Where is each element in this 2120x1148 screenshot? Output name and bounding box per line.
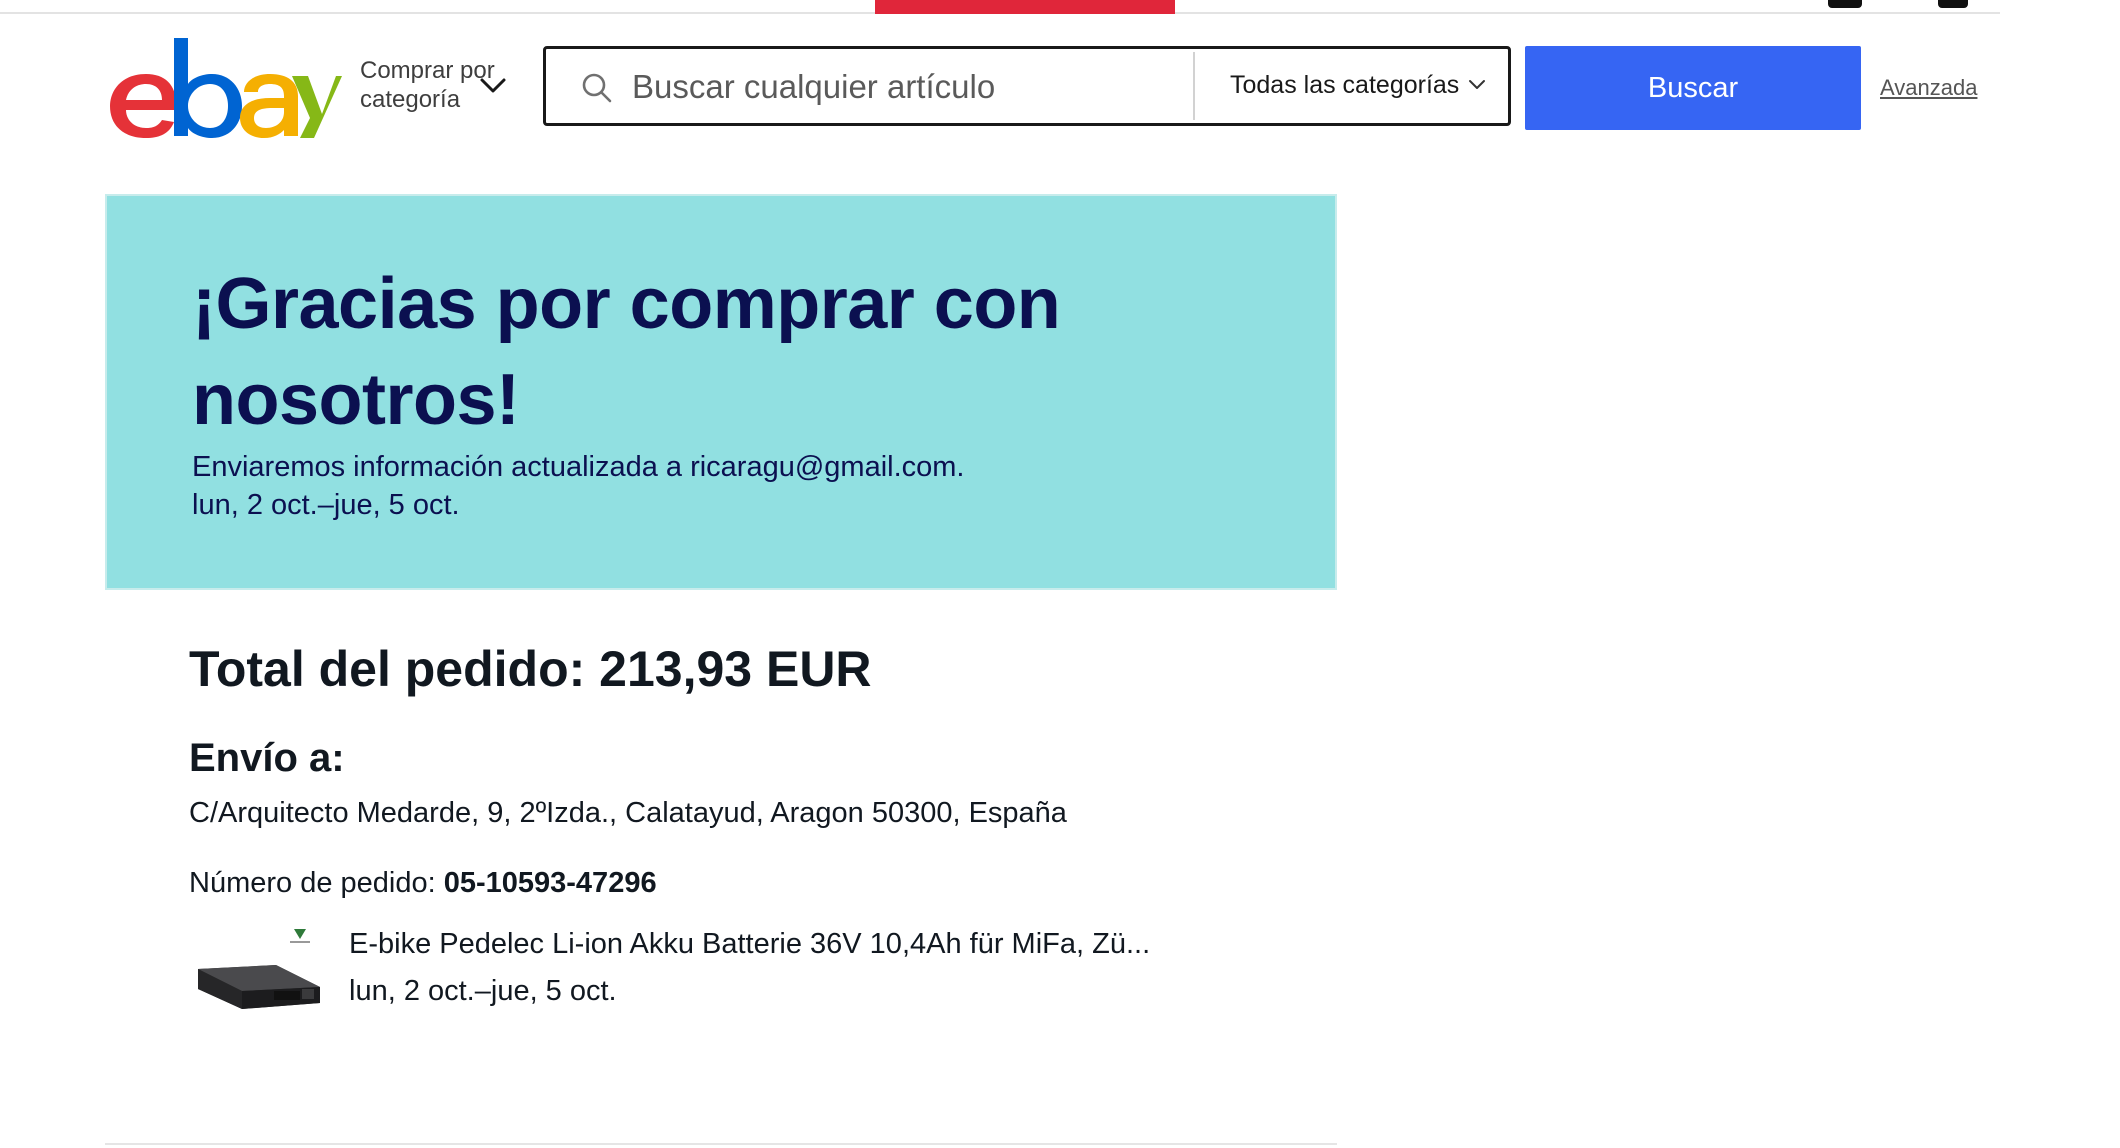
- order-number-value: 05-10593-47296: [443, 867, 657, 899]
- search-icon: [582, 73, 612, 103]
- item-delivery-estimate: lun, 2 oct.–jue, 5 oct.: [349, 975, 617, 1007]
- thank-you-title: ¡Gracias por comprar con nosotros!: [192, 264, 1061, 440]
- search-bar: Todas las categorías: [543, 46, 1511, 126]
- order-number-row: Número de pedido: 05-10593-47296: [189, 867, 657, 900]
- search-input[interactable]: [630, 59, 1134, 115]
- promo-banner-strip[interactable]: [875, 0, 1175, 14]
- item-thumbnail[interactable]: [190, 925, 330, 1030]
- ship-to-heading: Envío a:: [189, 736, 345, 780]
- cart-icon[interactable]: [1938, 0, 1968, 8]
- order-total: Total del pedido: 213,93 EUR: [189, 641, 872, 697]
- chevron-down-icon: [480, 78, 506, 93]
- order-number-label: Número de pedido:: [189, 867, 444, 899]
- delivery-estimate: lun, 2 oct.–jue, 5 oct.: [192, 489, 460, 521]
- section-divider: [105, 1143, 1337, 1145]
- email-update-note: Enviaremos información actualizada a ric…: [192, 451, 965, 483]
- search-button[interactable]: Buscar: [1525, 46, 1861, 130]
- item-title-link[interactable]: E-bike Pedelec Li-ion Akku Batterie 36V …: [349, 928, 1150, 961]
- category-divider: [1193, 52, 1195, 120]
- shop-by-category-button[interactable]: Comprar por categoría: [360, 56, 520, 120]
- category-select-value: Todas las categorías: [1230, 71, 1460, 99]
- shipping-address: C/Arquitecto Medarde, 9, 2ºIzda., Calata…: [189, 797, 1067, 829]
- notification-icon[interactable]: [1828, 0, 1862, 8]
- thank-you-banner: ¡Gracias por comprar con nosotros! Envia…: [105, 194, 1337, 590]
- page: Comprar por categoría Todas las categorí…: [0, 0, 2120, 1148]
- chevron-down-icon: [1469, 80, 1485, 89]
- ebay-logo[interactable]: [104, 34, 342, 138]
- category-select[interactable]: Todas las categorías: [1206, 49, 1508, 123]
- advanced-search-link[interactable]: Avanzada: [1880, 75, 1977, 101]
